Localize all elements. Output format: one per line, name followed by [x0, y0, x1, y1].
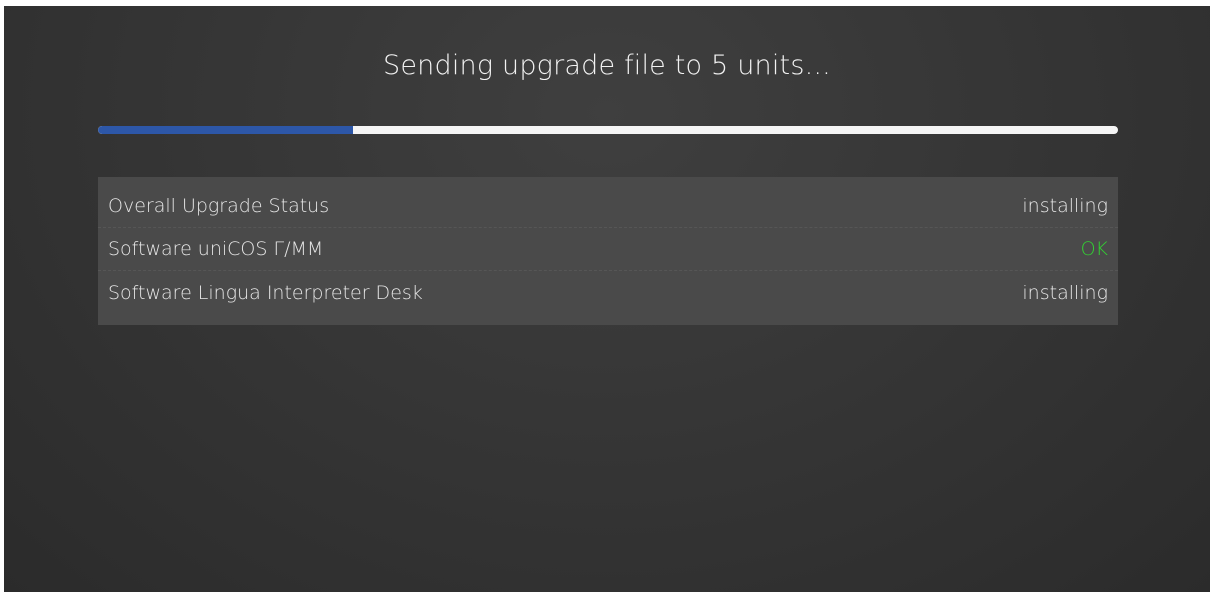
status-row-lingua: Software Lingua Interpreter Desk install…	[98, 271, 1118, 314]
status-row-overall: Overall Upgrade Status installing	[98, 185, 1118, 228]
status-value-ok: OK	[1080, 238, 1108, 260]
status-value: installing	[1022, 195, 1108, 217]
status-value: installing	[1022, 281, 1108, 304]
status-row-unicos: Software uniCOS Г/MM OK	[98, 228, 1118, 271]
upgrade-progress-fill	[98, 126, 353, 134]
upgrade-title: Sending upgrade file to 5 units...	[383, 50, 831, 81]
upgrade-progress-bar	[98, 126, 1118, 134]
status-label: Software Lingua Interpreter Desk	[108, 281, 423, 304]
upgrade-screen: Sending upgrade file to 5 units... Overa…	[4, 6, 1210, 592]
status-label: Overall Upgrade Status	[108, 195, 330, 217]
upgrade-status-list: Overall Upgrade Status installing Softwa…	[98, 177, 1118, 325]
status-label: Software uniCOS Г/MM	[108, 238, 324, 260]
